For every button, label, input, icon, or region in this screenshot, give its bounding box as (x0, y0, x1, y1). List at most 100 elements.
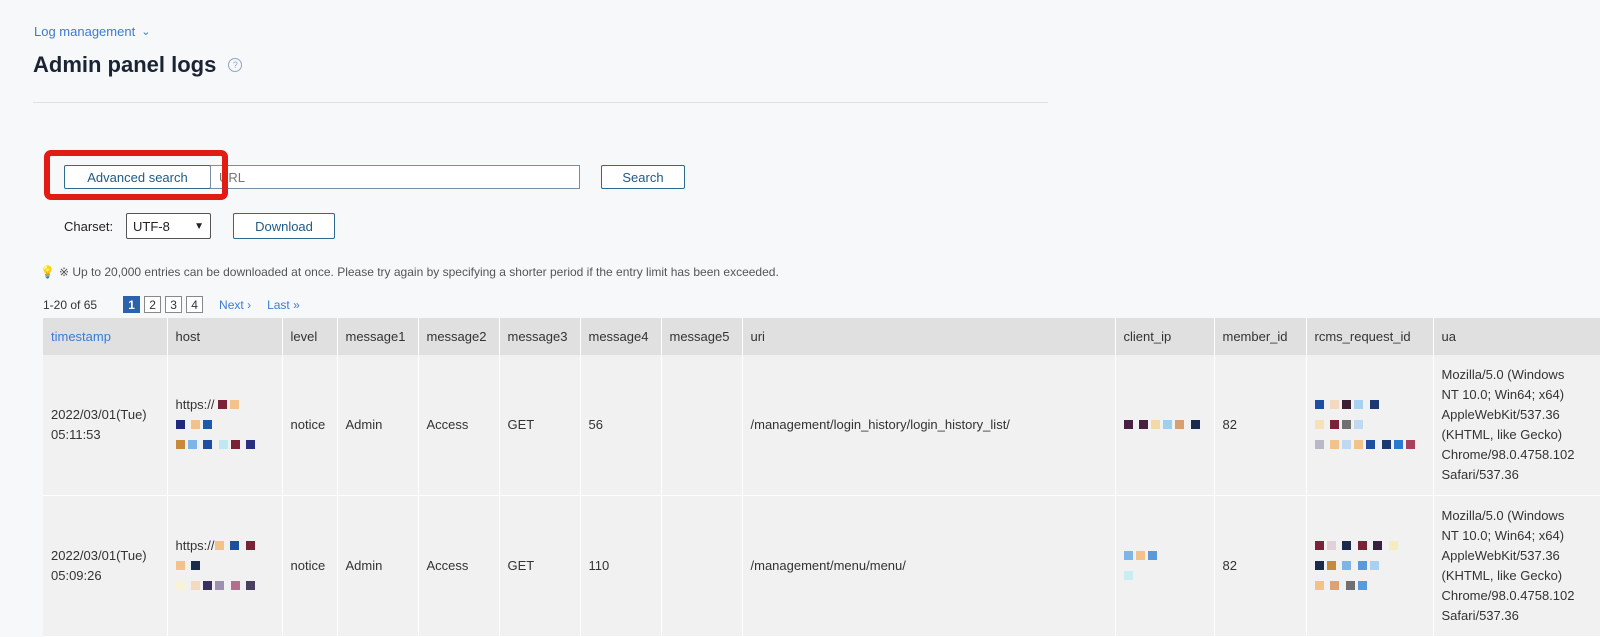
redacted-block (1381, 440, 1391, 449)
redacted-block (1342, 561, 1352, 570)
redacted-block (230, 581, 240, 590)
chevron-down-icon[interactable]: ⌄ (141, 25, 150, 38)
ua-line: AppleWebKit/537.36 (1441, 548, 1560, 563)
redacted-block (215, 581, 225, 590)
redacted-block (1147, 551, 1157, 560)
cell-level: notice (282, 495, 338, 637)
help-icon[interactable]: ? (228, 58, 243, 72)
cell-message3: GET (499, 355, 581, 496)
host-text: https:// (175, 397, 215, 412)
col-message3: message3 (499, 318, 581, 355)
host-text: https:// (175, 538, 215, 553)
page-link-2[interactable]: 2 (144, 296, 162, 313)
ua-line: NT 10.0; Win64; x64) (1441, 528, 1565, 543)
pagination: 1-20 of 65 1 2 3 4 Next › Last » (43, 296, 300, 313)
url-search-input[interactable] (210, 165, 580, 189)
notice-text: ※ Up to 20,000 entries can be downloaded… (58, 265, 779, 279)
redacted-block (218, 400, 228, 409)
cell-uri: /management/menu/menu/ (742, 495, 1116, 637)
col-client-ip: client_ip (1115, 318, 1215, 355)
redacted-block (1139, 420, 1149, 429)
redacted-block (1369, 400, 1379, 409)
redacted-block (191, 561, 201, 570)
col-message5: message5 (661, 318, 743, 355)
timestamp-date: 2022/03/01(Tue) (51, 407, 147, 422)
redacted-block (191, 581, 201, 590)
redacted-block (203, 581, 213, 590)
search-button[interactable]: Search (601, 165, 685, 189)
col-message4: message4 (580, 318, 662, 355)
redacted-block (246, 440, 256, 449)
breadcrumb[interactable]: Log management ⌄ (34, 24, 150, 39)
page-link-3[interactable]: 3 (165, 296, 183, 313)
page-link-1[interactable]: 1 (123, 296, 141, 313)
redacted-block (1330, 400, 1340, 409)
cell-message1: Admin (337, 355, 419, 496)
redacted-block (245, 541, 255, 550)
redacted-block (1314, 561, 1324, 570)
cell-ua: Mozilla/5.0 (Windows NT 10.0; Win64; x64… (1433, 495, 1600, 637)
redacted-block (1330, 420, 1340, 429)
redacted-block (1354, 440, 1364, 449)
redacted-block (1314, 400, 1324, 409)
redacted-block (175, 561, 185, 570)
cell-message2: Access (418, 355, 500, 496)
col-message2: message2 (418, 318, 500, 355)
redacted-block (1357, 561, 1367, 570)
redacted-block (1123, 551, 1133, 560)
redacted-block (1330, 440, 1340, 449)
ua-line: (KHTML, like Gecko) (1441, 568, 1563, 583)
last-page-link[interactable]: Last » (267, 298, 300, 312)
redacted-block (1405, 440, 1415, 449)
cell-host: https:// (167, 355, 283, 496)
redacted-block (1314, 420, 1324, 429)
cell-rcms-request-id (1306, 355, 1434, 496)
col-ua: ua (1433, 318, 1600, 355)
advanced-search-button[interactable]: Advanced search (64, 165, 211, 189)
table-row: 2022/03/01(Tue) 05:09:26 https:// notice… (43, 495, 1600, 637)
redacted-block (175, 420, 185, 429)
redacted-block (1326, 561, 1336, 570)
cell-uri: /management/login_history/login_history_… (742, 355, 1116, 496)
redacted-block (1175, 420, 1185, 429)
lightbulb-icon: 💡 (40, 265, 55, 279)
charset-selected-value: UTF-8 (133, 218, 170, 234)
redacted-block (1342, 420, 1352, 429)
cell-client-ip (1115, 355, 1215, 496)
col-timestamp[interactable]: timestamp (43, 318, 168, 355)
cell-message5 (661, 355, 743, 496)
cell-rcms-request-id (1306, 495, 1434, 637)
redacted-block (1369, 561, 1379, 570)
redacted-block (1366, 440, 1376, 449)
result-count: 1-20 of 65 (43, 297, 98, 312)
ua-line: Chrome/98.0.4758.102 (1441, 588, 1575, 603)
col-uri: uri (742, 318, 1116, 355)
charset-select[interactable]: UTF-8 ▼ (126, 213, 211, 239)
redacted-block (1342, 541, 1352, 550)
table-row: 2022/03/01(Tue) 05:11:53 https:// notice… (43, 355, 1600, 496)
ua-line: NT 10.0; Win64; x64) (1441, 387, 1565, 402)
redacted-block (187, 440, 197, 449)
redacted-block (230, 440, 240, 449)
col-message1: message1 (337, 318, 419, 355)
cell-host: https:// (167, 495, 283, 637)
cell-timestamp: 2022/03/01(Tue) 05:09:26 (43, 495, 168, 637)
redacted-block (191, 420, 201, 429)
ua-line: Safari/537.36 (1441, 608, 1519, 623)
redacted-block (175, 440, 185, 449)
redacted-block (1393, 440, 1403, 449)
redacted-block (218, 440, 228, 449)
cell-message2: Access (418, 495, 500, 637)
redacted-block (1354, 420, 1364, 429)
redacted-block (1326, 541, 1336, 550)
page-link-4[interactable]: 4 (186, 296, 204, 313)
redacted-block (1123, 420, 1133, 429)
breadcrumb-label[interactable]: Log management (34, 24, 135, 39)
redacted-block (1314, 541, 1324, 550)
redacted-block (175, 581, 185, 590)
redacted-block (1345, 581, 1355, 590)
redacted-block (230, 541, 240, 550)
download-button[interactable]: Download (233, 213, 335, 239)
cell-message4: 110 (580, 495, 662, 637)
next-page-link[interactable]: Next › (219, 298, 251, 312)
